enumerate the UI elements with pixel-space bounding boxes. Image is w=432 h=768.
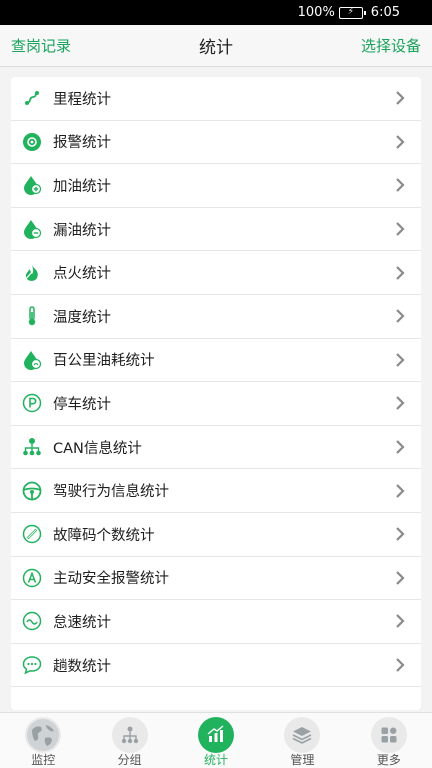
trips-icon	[22, 655, 42, 675]
item-label: 点火统计	[53, 266, 111, 283]
list-item-alarm[interactable]: 报警统计	[11, 121, 421, 165]
tab-label: 管理	[290, 753, 315, 767]
fuel-consumption-icon	[22, 350, 42, 370]
list-item-idle[interactable]: 怠速统计	[11, 600, 421, 644]
route-icon	[22, 88, 42, 108]
list-item-trips[interactable]: 趟数统计	[11, 644, 421, 688]
parking-icon	[22, 393, 42, 413]
list-item-can-info[interactable]: CAN信息统计	[11, 426, 421, 470]
chevron-right-icon	[396, 396, 405, 411]
steering-wheel-icon	[22, 481, 42, 501]
item-label: 漏油统计	[53, 222, 111, 239]
item-label: 趟数统计	[53, 658, 111, 675]
active-safety-icon	[22, 568, 42, 588]
item-label: 里程统计	[53, 91, 111, 108]
tab-label: 分组	[117, 753, 142, 767]
list-item-fault-code[interactable]: 故障码个数统计	[11, 513, 421, 557]
fault-code-icon	[22, 524, 42, 544]
thermometer-icon	[22, 306, 42, 326]
list-item-fuel-leak[interactable]: 漏油统计	[11, 208, 421, 252]
network-icon	[22, 437, 42, 457]
list-item-temperature[interactable]: 温度统计	[11, 295, 421, 339]
status-bar: 100% ⚡ 6:05	[0, 0, 432, 25]
chevron-right-icon	[396, 91, 405, 106]
tab-label: 监控	[31, 753, 56, 767]
chevron-right-icon	[396, 353, 405, 367]
item-label: 主动安全报警统计	[53, 571, 169, 588]
chart-icon	[198, 717, 235, 753]
tab-label: 统计	[204, 753, 229, 767]
list-item-mileage[interactable]: 里程统计	[11, 77, 421, 121]
battery-icon: ⚡	[338, 6, 366, 19]
tab-more[interactable]: 更多	[346, 713, 432, 768]
item-label: 怠速统计	[53, 614, 111, 631]
fuel-add-icon	[22, 175, 42, 196]
tab-manage[interactable]: 管理	[259, 713, 345, 768]
tab-group[interactable]: 分组	[86, 713, 172, 768]
chevron-right-icon	[396, 135, 405, 149]
chevron-right-icon	[396, 309, 405, 324]
alarm-icon	[22, 132, 42, 152]
chevron-right-icon	[396, 222, 405, 236]
idle-icon	[22, 611, 42, 631]
list-item-active-safety[interactable]: 主动安全报警统计	[11, 557, 421, 601]
chevron-right-icon	[396, 265, 405, 280]
tab-statistics[interactable]: 统计	[173, 713, 259, 768]
bottom-tab-bar: 监控 分组 统计 管理 更多	[0, 712, 432, 768]
item-label: 停车统计	[53, 396, 111, 413]
statistics-list: 里程统计 报警统计 加油统计 漏油统计 点火统计 温度统计 百公里油耗统计 停车…	[11, 77, 421, 710]
select-device-link[interactable]: 选择设备	[361, 35, 421, 56]
chevron-right-icon	[396, 658, 405, 672]
list-item-driving-behavior[interactable]: 驾驶行为信息统计	[11, 469, 421, 513]
chevron-right-icon	[396, 483, 405, 498]
globe-icon	[25, 717, 62, 753]
item-label: 加油统计	[53, 178, 111, 195]
item-label: 故障码个数统计	[53, 527, 155, 544]
item-label: 温度统计	[53, 309, 111, 326]
item-label: CAN信息统计	[53, 440, 142, 457]
chevron-right-icon	[396, 571, 405, 585]
item-label: 报警统计	[53, 135, 111, 152]
chevron-right-icon	[396, 614, 405, 629]
layers-icon	[284, 717, 321, 753]
battery-percent: 100%	[297, 5, 335, 20]
tab-monitor[interactable]: 监控	[0, 713, 86, 768]
check-records-link[interactable]: 查岗记录	[11, 35, 71, 56]
item-label: 百公里油耗统计	[53, 353, 155, 370]
chevron-right-icon	[396, 527, 405, 542]
list-item-refuel[interactable]: 加油统计	[11, 164, 421, 208]
tab-label: 更多	[376, 753, 401, 767]
fuel-leak-icon	[22, 219, 42, 240]
list-item-fuel-consumption[interactable]: 百公里油耗统计	[11, 339, 421, 383]
list-item-ignition[interactable]: 点火统计	[11, 251, 421, 295]
chevron-right-icon	[396, 440, 405, 454]
chevron-right-icon	[396, 178, 405, 193]
top-bar: 查岗记录 统计 选择设备	[0, 25, 432, 67]
list-item-parking[interactable]: 停车统计	[11, 382, 421, 426]
group-icon	[111, 717, 148, 753]
more-icon	[370, 717, 407, 753]
clock: 6:05	[370, 5, 400, 20]
ignition-icon	[22, 263, 42, 283]
item-label: 驾驶行为信息统计	[53, 484, 169, 501]
